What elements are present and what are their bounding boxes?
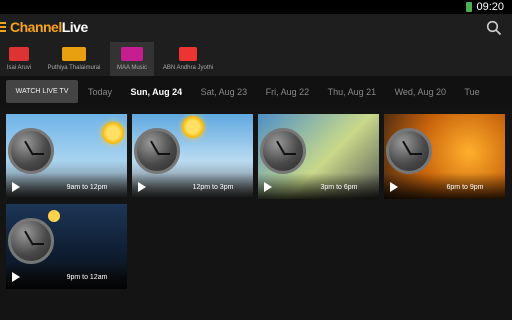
- slot-card-evening[interactable]: 6pm to 9pm: [384, 114, 505, 199]
- slot-time: 12pm to 3pm: [192, 184, 234, 191]
- slot-card-afternoon[interactable]: 3pm to 6pm: [258, 114, 379, 199]
- sun-icon: [182, 116, 204, 138]
- play-icon[interactable]: [264, 182, 272, 192]
- slot-card-morning[interactable]: 9am to 12pm: [6, 114, 127, 199]
- sun-icon: [102, 122, 124, 144]
- channel-logo: [179, 47, 197, 61]
- status-bar: 09:20: [0, 0, 512, 14]
- channel-logo: [9, 47, 29, 61]
- clock-icon: [8, 128, 54, 174]
- app-logo: ChannelLive: [10, 19, 88, 35]
- app-bar: ChannelLive: [0, 14, 512, 42]
- date-tab[interactable]: Wed, Aug 20: [395, 76, 446, 108]
- channel-label: Puthiya Thalaimurai: [47, 65, 101, 71]
- channel-strip: Isai Aruvi Puthiya Thalaimurai MAA Music…: [0, 42, 512, 76]
- channel-logo: [121, 47, 143, 61]
- date-bar: WATCH LIVE TV Today Sun, Aug 24 Sat, Aug…: [0, 76, 512, 108]
- channel-label: Isai Aruvi: [6, 65, 32, 71]
- watch-live-button[interactable]: WATCH LIVE TV: [6, 80, 78, 103]
- clock-icon: [134, 128, 180, 174]
- channel-abn-andhra-jyothi[interactable]: ABN Andhra Jyothi: [158, 42, 218, 76]
- slot-card-noon[interactable]: 12pm to 3pm: [132, 114, 253, 199]
- menu-icon[interactable]: [0, 22, 6, 32]
- clock-icon: [8, 218, 54, 264]
- slot-card-night[interactable]: 9pm to 12am: [6, 204, 127, 289]
- date-tab[interactable]: Fri, Aug 22: [266, 76, 310, 108]
- play-icon[interactable]: [390, 182, 398, 192]
- date-tabs: Today Sun, Aug 24 Sat, Aug 23 Fri, Aug 2…: [88, 76, 512, 108]
- channel-isai-aruvi[interactable]: Isai Aruvi: [2, 42, 36, 76]
- date-tab[interactable]: Today: [88, 76, 112, 108]
- clock-icon: [260, 128, 306, 174]
- play-icon[interactable]: [12, 182, 20, 192]
- slot-time: 9am to 12pm: [66, 184, 108, 191]
- channel-maa-music[interactable]: MAA Music: [110, 42, 154, 76]
- date-tab[interactable]: Tue: [464, 76, 479, 108]
- clock-icon: [386, 128, 432, 174]
- date-tab[interactable]: Thu, Aug 21: [328, 76, 377, 108]
- slot-grid: 9am to 12pm 12pm to 3pm 3pm to 6pm 6pm t…: [0, 108, 512, 320]
- play-icon[interactable]: [12, 272, 20, 282]
- date-tab[interactable]: Sat, Aug 23: [201, 76, 248, 108]
- slot-time: 6pm to 9pm: [446, 184, 484, 191]
- channel-logo: [62, 47, 86, 61]
- channel-puthiya-thalaimurai[interactable]: Puthiya Thalaimurai: [40, 42, 108, 76]
- search-icon[interactable]: [486, 20, 502, 36]
- channel-label: ABN Andhra Jyothi: [162, 65, 214, 71]
- status-time: 09:20: [476, 1, 504, 13]
- play-icon[interactable]: [138, 182, 146, 192]
- slot-time: 9pm to 12am: [66, 274, 108, 281]
- channel-label: MAA Music: [116, 65, 147, 71]
- battery-icon: [466, 2, 472, 12]
- date-tab-selected[interactable]: Sun, Aug 24: [130, 76, 182, 108]
- slot-time: 3pm to 6pm: [320, 184, 358, 191]
- moon-icon: [48, 210, 60, 222]
